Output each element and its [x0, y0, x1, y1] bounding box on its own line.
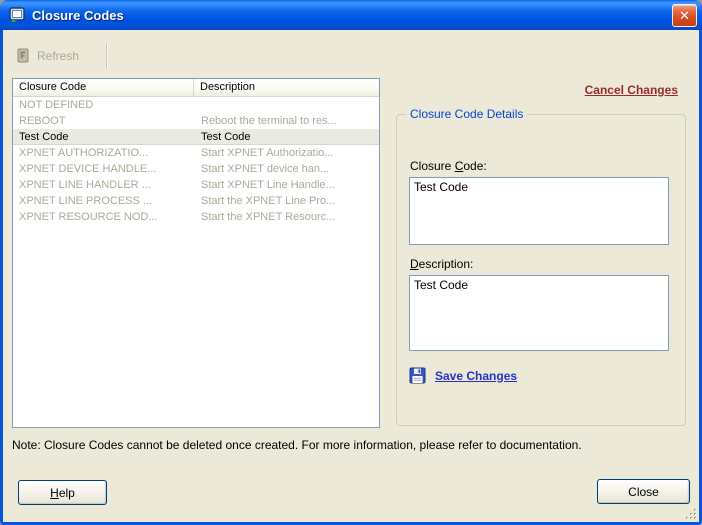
closure-code-cell: REBOOT	[19, 115, 66, 127]
closure-codes-list[interactable]: Closure Code Description NOT DEFINED REBO…	[12, 78, 380, 428]
window-title: Closure Codes	[32, 7, 124, 23]
column-header-description[interactable]: Description	[194, 79, 379, 96]
resize-grip[interactable]	[684, 507, 698, 521]
description-cell: Start the XPNET Resourc...	[201, 211, 336, 223]
refresh-icon	[17, 48, 29, 63]
group-title: Closure Code Details	[406, 107, 528, 121]
close-window-button[interactable]: ✕	[672, 4, 697, 27]
description-cell: Start XPNET Authorizatio...	[201, 147, 334, 159]
closure-code-label: Closure Code:	[410, 159, 487, 173]
save-changes-control[interactable]: Save Changes	[409, 367, 517, 384]
list-row[interactable]: XPNET RESOURCE NOD... Start the XPNET Res…	[13, 209, 379, 225]
close-button[interactable]: Close	[597, 479, 690, 504]
closure-code-details-group: Closure Code Details Closure Code: Test …	[396, 107, 686, 426]
list-row[interactable]: XPNET LINE PROCESS ... Start the XPNET Li…	[13, 193, 379, 209]
closure-code-cell: XPNET LINE HANDLER ...	[19, 179, 151, 191]
column-header-closure-code[interactable]: Closure Code	[13, 79, 194, 96]
closure-code-cell: XPNET RESOURCE NOD...	[19, 211, 158, 223]
titlebar[interactable]: Closure Codes ✕	[0, 0, 702, 30]
closure-code-cell: XPNET DEVICE HANDLE...	[19, 163, 157, 175]
list-row[interactable]: XPNET AUTHORIZATIO... Start XPNET Authori…	[13, 145, 379, 161]
save-icon	[409, 367, 426, 384]
description-cell: Reboot the terminal to res...	[201, 115, 337, 127]
save-changes-link[interactable]: Save Changes	[435, 369, 517, 383]
closure-code-cell: Test Code	[19, 131, 69, 143]
closure-code-field[interactable]: Test Code	[409, 177, 669, 245]
description-cell: Test Code	[201, 131, 251, 143]
description-label: Description:	[410, 257, 474, 271]
description-cell	[195, 97, 379, 113]
list-row[interactable]: XPNET DEVICE HANDLE... Start XPNET device…	[13, 161, 379, 177]
cancel-changes-link[interactable]: Cancel Changes	[585, 83, 678, 97]
window-icon	[9, 7, 25, 22]
closure-code-cell: NOT DEFINED	[19, 99, 94, 111]
dialog-body: Refresh Closure Code Description NOT DEF…	[3, 30, 699, 522]
toolbar-separator	[106, 43, 107, 69]
description-cell: Start the XPNET Line Pro...	[201, 195, 336, 207]
list-row[interactable]: Test Code Test Code	[13, 129, 379, 145]
list-row[interactable]: REBOOT Reboot the terminal to res...	[13, 113, 379, 129]
list-row[interactable]: NOT DEFINED	[13, 97, 379, 113]
help-button[interactable]: Help	[18, 480, 107, 505]
list-row[interactable]: XPNET LINE HANDLER ... Start XPNET Line H…	[13, 177, 379, 193]
description-field[interactable]: Test Code	[409, 275, 669, 351]
closure-code-list-body: NOT DEFINED REBOOT Reboot the terminal to …	[13, 97, 379, 225]
closure-codes-dialog: Closure Codes ✕ Refresh Closure Code Des…	[0, 0, 702, 525]
closure-code-cell: XPNET AUTHORIZATIO...	[19, 147, 149, 159]
close-icon: ✕	[679, 8, 690, 23]
refresh-button[interactable]: Refresh	[11, 44, 87, 68]
closure-code-cell: XPNET LINE PROCESS ...	[19, 195, 153, 207]
description-cell: Start XPNET Line Handle...	[201, 179, 335, 191]
refresh-label: Refresh	[37, 49, 80, 63]
description-cell: Start XPNET device han...	[201, 163, 330, 175]
list-header: Closure Code Description	[13, 79, 379, 97]
note-text: Note: Closure Codes cannot be deleted on…	[12, 438, 582, 452]
